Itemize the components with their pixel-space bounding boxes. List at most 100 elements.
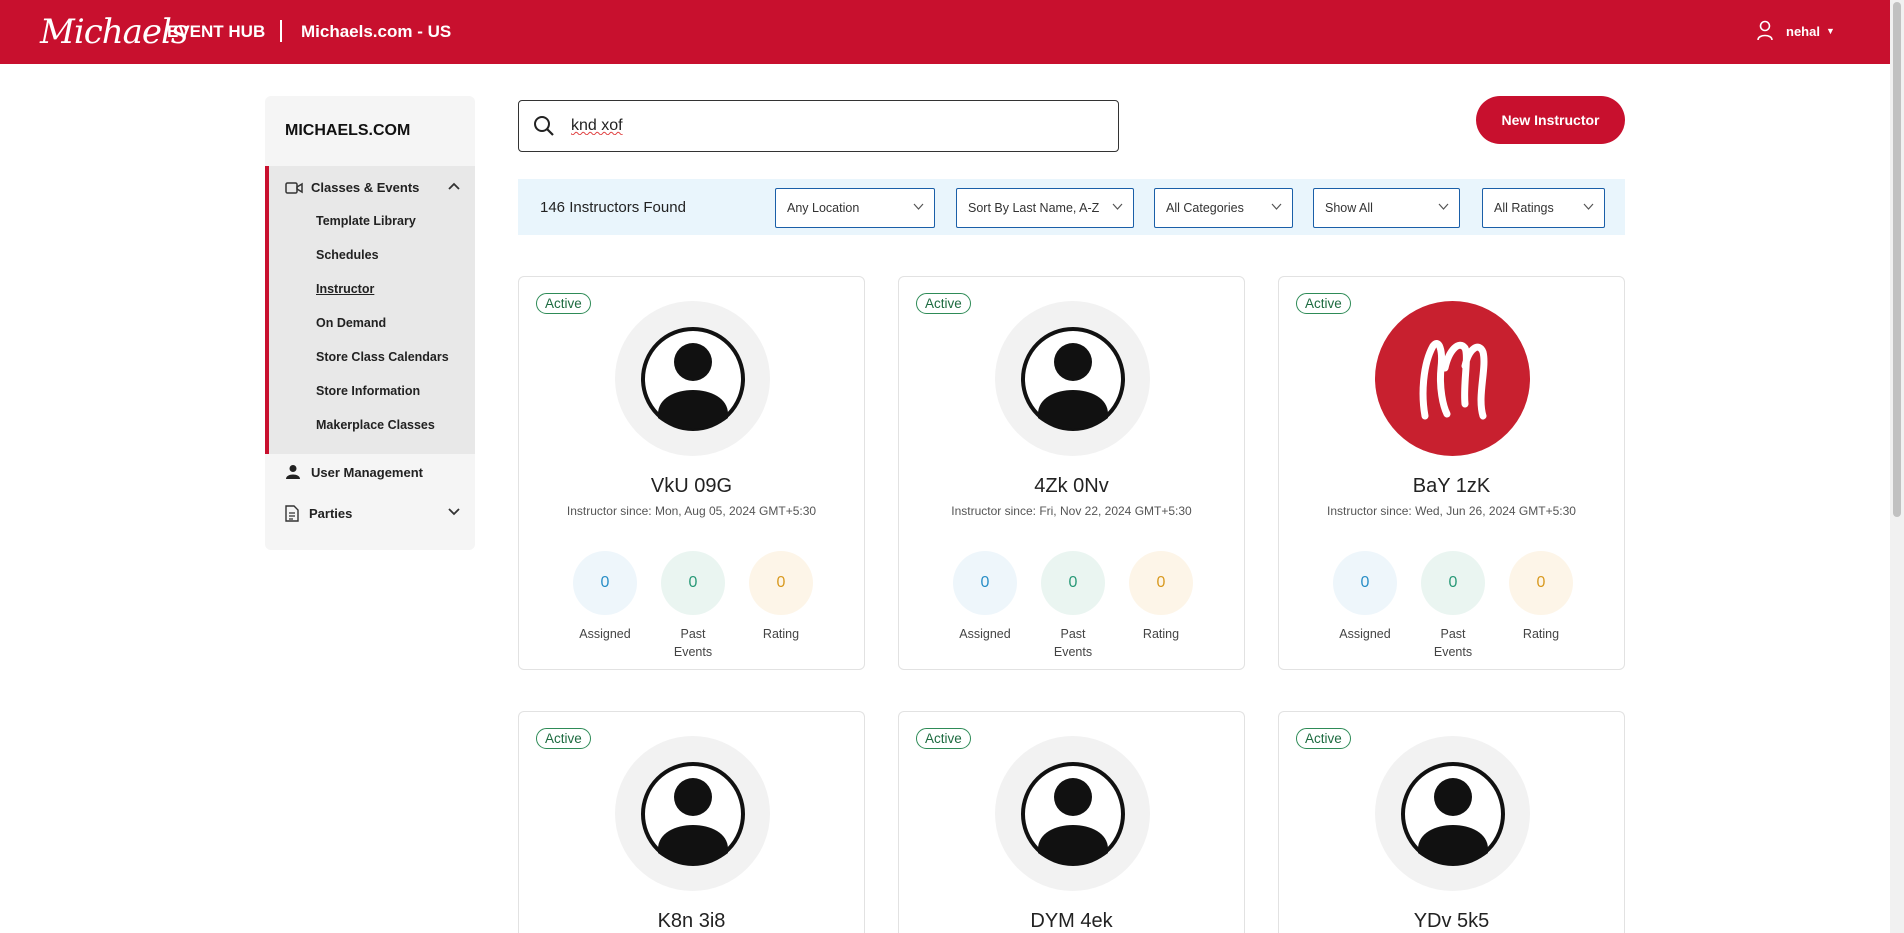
status-badge: Active [536, 293, 591, 314]
chevron-down-icon: ▼ [1825, 26, 1835, 36]
status-badge: Active [536, 728, 591, 749]
user-menu[interactable]: nehal ▼ [1756, 20, 1835, 42]
categories-select[interactable]: All Categories [1154, 188, 1293, 228]
sort-select[interactable]: Sort By Last Name, A-Z [956, 188, 1134, 228]
top-header: Michaels EVENT HUB Michaels.com - US neh… [0, 0, 1890, 64]
sidebar-group-classes-events: Classes & Events Template Library Schedu… [265, 166, 475, 454]
chevron-down-icon [1583, 203, 1594, 210]
sidebar-item-schedules[interactable]: Schedules [316, 248, 379, 262]
instructor-name: 4Zk 0Nv [1034, 475, 1109, 497]
sidebar-item-user-management[interactable]: User Management [285, 464, 460, 480]
avatar [995, 301, 1150, 456]
sidebar-item-instructor[interactable]: Instructor [316, 282, 374, 296]
results-count: 146 Instructors Found [540, 199, 686, 216]
location-select-value: Any Location [787, 201, 860, 215]
sidebar-item-template-library[interactable]: Template Library [316, 214, 416, 228]
assigned-count: 0 [953, 551, 1017, 615]
sidebar-item-label: Parties [309, 506, 353, 521]
sidebar-item-parties[interactable]: Parties [285, 505, 460, 522]
sidebar-item-on-demand[interactable]: On Demand [316, 316, 386, 330]
avatar [615, 736, 770, 891]
location-select[interactable]: Any Location [775, 188, 935, 228]
rating-label: Rating [1142, 627, 1180, 641]
status-badge: Active [1296, 728, 1351, 749]
rating-value: 0 [1129, 551, 1193, 615]
past-events-label: Past Events [1053, 627, 1093, 659]
assigned-count: 0 [573, 551, 637, 615]
chevron-down-icon [1271, 203, 1282, 210]
instructor-name: K8n 3i8 [657, 910, 726, 932]
chevron-down-icon[interactable] [448, 508, 460, 516]
avatar [1375, 736, 1530, 891]
instructor-since: Instructor since: Wed, Jun 26, 2024 GMT+… [1327, 504, 1576, 518]
instructor-name: VkU 09G [650, 475, 733, 497]
document-icon [285, 505, 299, 522]
status-badge: Active [916, 728, 971, 749]
sidebar-item-makerplace-classes[interactable]: Makerplace Classes [316, 418, 435, 432]
instructor-card[interactable]: Active VkU 09G Instructor since: Mon, Au… [518, 276, 865, 670]
new-instructor-button[interactable]: New Instructor [1476, 96, 1625, 144]
user-name: nehal [1786, 23, 1820, 39]
search-icon [534, 116, 554, 136]
assigned-label: Assigned [579, 627, 631, 641]
past-events-count: 0 [1041, 551, 1105, 615]
default-avatar-icon [1020, 326, 1125, 431]
user-icon [1757, 20, 1773, 41]
instructor-card[interactable]: Active DYM 4ek [898, 711, 1245, 933]
chevron-down-icon [1438, 203, 1449, 210]
michaels-m-logo-icon [1419, 339, 1487, 419]
search-input[interactable] [571, 117, 1071, 135]
default-avatar-icon [640, 761, 745, 866]
past-events-stat: 0 Past Events [661, 551, 725, 661]
chevron-up-icon[interactable] [448, 182, 460, 190]
assigned-count: 0 [1333, 551, 1397, 615]
sidebar-title: MICHAELS.COM [285, 122, 411, 139]
michaels-logo[interactable]: Michaels [40, 12, 188, 52]
instructor-since: Instructor since: Fri, Nov 22, 2024 GMT+… [951, 504, 1192, 518]
instructor-name: YDv 5k5 [1413, 910, 1490, 932]
show-select-value: Show All [1325, 201, 1373, 215]
show-select[interactable]: Show All [1313, 188, 1460, 228]
assigned-stat: 0 Assigned [953, 551, 1017, 643]
past-events-count: 0 [661, 551, 725, 615]
rating-stat: 0 Rating [749, 551, 813, 643]
rating-value: 0 [749, 551, 813, 615]
ratings-select[interactable]: All Ratings [1482, 188, 1605, 228]
instructor-card[interactable]: Active YDv 5k5 [1278, 711, 1625, 933]
site-selector[interactable]: Michaels.com - US [301, 22, 451, 42]
default-avatar-icon [1400, 761, 1505, 866]
default-avatar-icon [640, 326, 745, 431]
default-avatar-icon [1020, 761, 1125, 866]
instructor-card[interactable]: Active 4Zk 0Nv Instructor since: Fri, No… [898, 276, 1245, 670]
rating-value: 0 [1509, 551, 1573, 615]
instructor-card[interactable]: Active K8n 3i8 [518, 711, 865, 933]
ratings-select-value: All Ratings [1494, 201, 1554, 215]
avatar [995, 736, 1150, 891]
avatar [615, 301, 770, 456]
assigned-stat: 0 Assigned [573, 551, 637, 643]
avatar [1375, 301, 1530, 456]
video-camera-icon [285, 181, 303, 194]
instructor-card[interactable]: Active BaY 1zK Instructor since: Wed, Ju… [1278, 276, 1625, 670]
chevron-down-icon [913, 203, 924, 210]
instructor-name: BaY 1zK [1412, 475, 1491, 497]
assigned-label: Assigned [1339, 627, 1391, 641]
header-divider [280, 20, 282, 42]
sidebar-item-classes-events[interactable]: Classes & Events [285, 180, 460, 195]
sidebar: MICHAELS.COM Classes & Events Template L… [265, 96, 475, 550]
scrollbar-thumb[interactable] [1893, 2, 1901, 517]
sidebar-item-store-class-calendars[interactable]: Store Class Calendars [316, 350, 449, 364]
filter-bar: 146 Instructors Found Any Location Sort … [518, 179, 1625, 235]
assigned-label: Assigned [959, 627, 1011, 641]
instructor-since: Instructor since: Mon, Aug 05, 2024 GMT+… [566, 504, 817, 518]
status-badge: Active [1296, 293, 1351, 314]
sidebar-item-store-information[interactable]: Store Information [316, 384, 420, 398]
person-icon [286, 465, 300, 479]
status-badge: Active [916, 293, 971, 314]
past-events-stat: 0 Past Events [1421, 551, 1485, 661]
chevron-down-icon [1112, 203, 1123, 210]
rating-stat: 0 Rating [1129, 551, 1193, 643]
past-events-count: 0 [1421, 551, 1485, 615]
sort-select-value: Sort By Last Name, A-Z [968, 201, 1100, 215]
categories-select-value: All Categories [1166, 201, 1244, 215]
